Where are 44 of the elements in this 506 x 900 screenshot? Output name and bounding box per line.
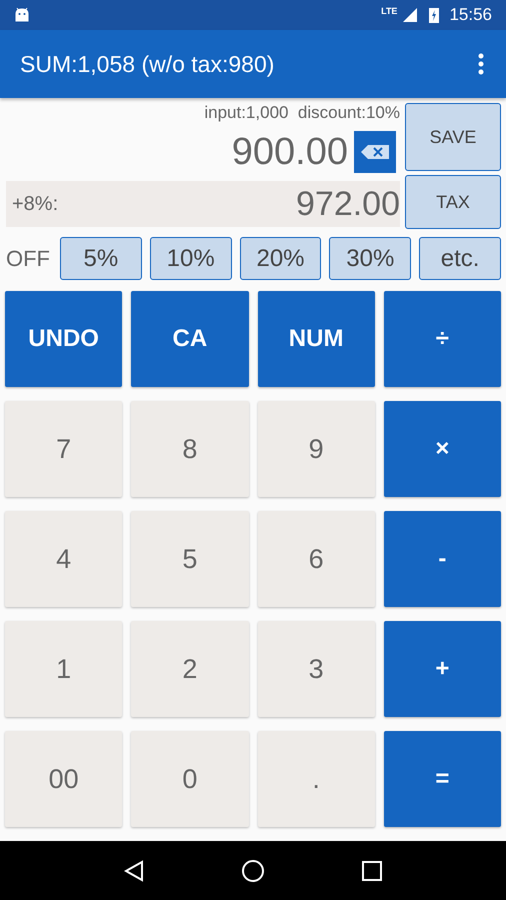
discount-label: OFF <box>6 246 51 272</box>
discount-button[interactable]: 5% <box>60 237 142 280</box>
keypad-key[interactable]: = <box>384 731 501 827</box>
backspace-button[interactable] <box>354 131 396 173</box>
keypad-key[interactable]: - <box>384 511 501 607</box>
discount-button[interactable]: 10% <box>150 237 232 280</box>
tax-label: +8%: <box>12 192 58 216</box>
battery-icon <box>429 7 440 23</box>
keypad-key[interactable]: NUM <box>258 291 375 387</box>
keypad-key[interactable]: UNDO <box>5 291 122 387</box>
keypad-key[interactable]: 5 <box>131 511 248 607</box>
keypad-key[interactable]: 9 <box>258 401 375 497</box>
keypad-key[interactable]: ÷ <box>384 291 501 387</box>
keypad-key[interactable]: . <box>258 731 375 827</box>
signal-icon <box>403 8 418 22</box>
tax-value: 972.00 <box>296 184 400 224</box>
keypad-key[interactable]: 4 <box>5 511 122 607</box>
keypad-key[interactable]: 1 <box>5 621 122 717</box>
discount-button[interactable]: 30% <box>329 237 412 280</box>
backspace-icon <box>360 143 390 161</box>
app-title: SUM:1,058 (w/o tax:980) <box>20 50 274 78</box>
keypad-key[interactable]: 00 <box>5 731 122 827</box>
keypad-key[interactable]: CA <box>131 291 248 387</box>
keypad-key[interactable]: 7 <box>5 401 122 497</box>
keypad-key[interactable]: + <box>384 621 501 717</box>
discount-button[interactable]: etc. <box>419 237 501 280</box>
recents-icon[interactable] <box>362 860 382 880</box>
keypad-key[interactable]: × <box>384 401 501 497</box>
keypad-key[interactable]: 3 <box>258 621 375 717</box>
menu-icon[interactable] <box>478 53 484 75</box>
keypad-key[interactable]: 0 <box>131 731 248 827</box>
back-icon[interactable] <box>124 860 144 882</box>
keypad-key[interactable]: 6 <box>258 511 375 607</box>
keypad-key[interactable]: 8 <box>131 401 248 497</box>
side-button[interactable]: TAX <box>405 175 501 229</box>
display-value: 900.00 <box>232 130 348 174</box>
side-button[interactable]: SAVE <box>405 103 501 171</box>
network-label: LTE <box>381 6 398 16</box>
keypad-key[interactable]: 2 <box>131 621 248 717</box>
home-icon[interactable] <box>240 858 265 882</box>
input-info: input:1,000 discount:10% <box>204 103 400 123</box>
android-icon <box>14 8 30 22</box>
clock: 15:56 <box>449 5 492 25</box>
discount-button[interactable]: 20% <box>240 237 322 280</box>
